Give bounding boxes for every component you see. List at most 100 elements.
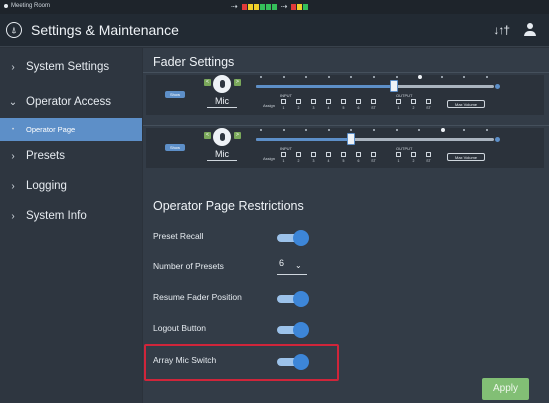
input-number: 3 [312, 106, 315, 110]
input-assign-checkbox[interactable] [356, 99, 361, 104]
input-number: 5 [342, 159, 345, 163]
input-assign-checkbox[interactable] [371, 152, 376, 157]
scale-tick [486, 129, 488, 131]
chevron-left-icon[interactable]: < [204, 79, 211, 86]
fader-end-dot [495, 84, 500, 89]
output-number: 2 [412, 106, 415, 110]
input-assign-checkbox[interactable] [326, 99, 331, 104]
fader-fill [256, 85, 395, 88]
page-title: Settings & Maintenance [31, 22, 179, 38]
fader-track[interactable] [256, 138, 494, 141]
user-icon-body [524, 31, 536, 36]
sidebar-item-system-settings[interactable]: › System Settings [0, 52, 142, 82]
meter-segment [291, 4, 297, 10]
sidebar-item-label: System Settings [26, 61, 110, 73]
meter-segment [253, 4, 259, 10]
restriction-row-preset-recall: Preset Recall [143, 222, 549, 252]
resume-fader-toggle[interactable] [277, 291, 309, 307]
input-assign-checkbox[interactable] [281, 99, 286, 104]
output-assign-checkbox[interactable] [426, 99, 431, 104]
meter-segment [241, 4, 247, 10]
scale-tick [395, 76, 398, 78]
sidebar-item-label: Presets [26, 150, 65, 162]
output-assign-checkbox[interactable] [411, 99, 416, 104]
input-assign-checkbox[interactable] [341, 152, 346, 157]
input-assign-checkbox[interactable] [311, 152, 316, 157]
input-number: 2 [297, 106, 300, 110]
logout-button-toggle[interactable] [277, 322, 309, 338]
sidebar-item-presets[interactable]: › Presets [0, 141, 142, 171]
sidebar-item-label: System Info [26, 210, 87, 222]
max-volume-button[interactable]: Max Volume [447, 100, 485, 108]
sidebar-item-logging[interactable]: › Logging [0, 171, 142, 201]
output-label: OUTPUT [396, 93, 413, 98]
meter-segment [259, 4, 265, 10]
input-number: 2 [297, 159, 300, 163]
chevron-right-icon: › [11, 61, 15, 73]
number-of-presets-select[interactable]: 6 ⌄ [277, 258, 307, 275]
max-volume-button[interactable]: Max Volume [447, 153, 485, 161]
assign-label: Assign [263, 103, 276, 108]
toggle-thumb [293, 322, 309, 338]
input-assign-checkbox[interactable] [341, 99, 346, 104]
scale-tick [327, 129, 330, 131]
output-assign-checkbox[interactable] [411, 152, 416, 157]
output-number: 2 [412, 159, 415, 163]
output-assign-checkbox[interactable] [396, 99, 401, 104]
preset-recall-toggle[interactable] [277, 230, 309, 246]
level-meters: ⇢ ⇢ [231, 3, 309, 11]
scale-tick [282, 76, 285, 78]
input-number: 3 [312, 159, 315, 163]
chevron-down-icon: ⌄ [295, 261, 302, 270]
scale-tick [463, 76, 466, 78]
meter-segment [247, 4, 253, 10]
show-button[interactable]: Show [165, 144, 185, 151]
fader-track[interactable] [256, 85, 494, 88]
input-assign-checkbox[interactable] [281, 152, 286, 157]
highlight-frame [144, 344, 339, 381]
sidebar-item-system-info[interactable]: › System Info [0, 201, 142, 231]
scale-tick [418, 75, 423, 79]
input-assign-checkbox[interactable] [371, 99, 376, 104]
fader-knob[interactable] [390, 80, 399, 92]
number-of-presets-label: Number of Presets [153, 261, 224, 271]
output-number: 1 [397, 159, 400, 163]
assign-label: Assign [263, 156, 276, 161]
room-name: Meeting Room [11, 3, 51, 9]
input-number: 5 [342, 106, 345, 110]
scale-tick [282, 129, 285, 131]
microphone-icon [213, 75, 231, 93]
input-assign-checkbox[interactable] [311, 99, 316, 104]
show-button[interactable]: Show [165, 91, 185, 98]
sidebar: › System Settings ⌄ Operator Access • Op… [0, 48, 142, 403]
mixer-icon[interactable]: ↓↑† [493, 23, 510, 37]
channel-name: Mic [207, 96, 237, 108]
preset-recall-label: Preset Recall [153, 231, 204, 241]
bullet-icon: • [11, 126, 15, 133]
chevron-right-icon[interactable]: > [234, 79, 241, 86]
room-indicator: Meeting Room [4, 3, 50, 9]
restriction-row-resume-fader: Resume Fader Position [143, 283, 549, 313]
input-assign-checkbox[interactable] [296, 152, 301, 157]
sidebar-item-operator-access[interactable]: ⌄ Operator Access [0, 87, 142, 117]
input-number: 4 [327, 106, 330, 110]
output-meter [291, 4, 309, 10]
apply-button[interactable]: Apply [482, 378, 529, 400]
input-label: INPUT [280, 93, 292, 98]
header-bar: ⍋ Settings & Maintenance ↓↑† [0, 14, 549, 47]
meter-segment [303, 4, 309, 10]
scale-tick [305, 76, 308, 78]
user-icon[interactable] [523, 23, 537, 37]
input-assign-checkbox[interactable] [356, 152, 361, 157]
fader-knob[interactable] [347, 133, 356, 145]
chevron-right-icon[interactable]: > [234, 132, 241, 139]
sidebar-item-operator-page[interactable]: • Operator Page [0, 118, 142, 141]
output-assign-checkbox[interactable] [426, 152, 431, 157]
input-assign-checkbox[interactable] [296, 99, 301, 104]
divider [143, 72, 549, 73]
output-assign-checkbox[interactable] [396, 152, 401, 157]
chevron-left-icon[interactable]: < [204, 132, 211, 139]
input-number: ST [371, 106, 376, 110]
scale-tick [486, 76, 488, 78]
input-assign-checkbox[interactable] [326, 152, 331, 157]
